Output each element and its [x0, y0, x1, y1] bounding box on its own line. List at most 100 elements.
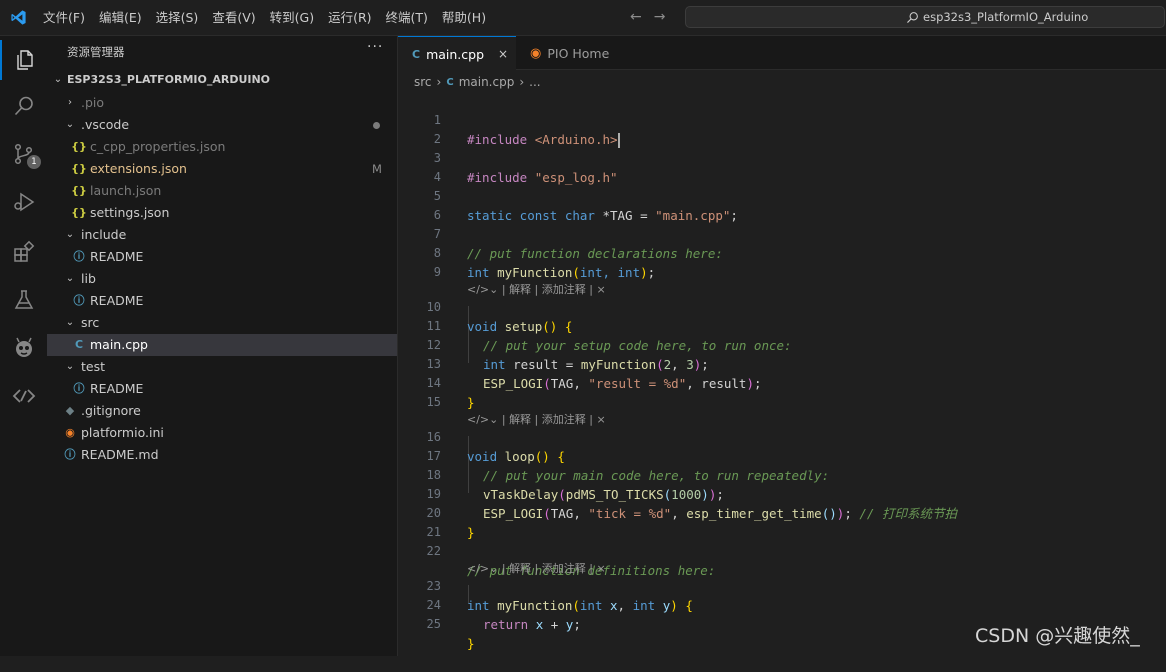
- tab-label: main.cpp: [426, 46, 485, 62]
- tree-folder-pio[interactable]: › .pio: [47, 92, 397, 114]
- tree-file-extensions[interactable]: {} extensions.json M: [47, 158, 397, 180]
- info-file-icon: ⓘ: [73, 382, 85, 395]
- menu-help[interactable]: 帮助(H): [435, 0, 493, 35]
- code-line: 11 // put your setup code here, to run o…: [398, 298, 1166, 353]
- tree-folder-include[interactable]: ⌄ include: [47, 224, 397, 246]
- tree-label: launch.json: [90, 183, 162, 198]
- command-center[interactable]: esp32s3_PlatformIO_Arduino: [685, 6, 1165, 28]
- info-file-icon: ⓘ: [73, 250, 85, 263]
- code-line: 5 static const char *TAG = "main.cpp";: [398, 168, 1166, 223]
- tree-label: src: [81, 315, 100, 330]
- tree-folder-test[interactable]: ⌄ test: [47, 356, 397, 378]
- title-bar: 文件(F) 编辑(E) 选择(S) 查看(V) 转到(G) 运行(R) 终端(T…: [0, 0, 1166, 36]
- tree-file-readme-include[interactable]: ⓘ README: [47, 246, 397, 268]
- code-line: 13 ESP_LOGI(TAG, "result = %d", result);: [398, 336, 1166, 391]
- run-debug-activity[interactable]: [0, 182, 47, 222]
- json-file-icon: {}: [71, 184, 87, 197]
- tree-label: include: [81, 227, 127, 242]
- menu-selection[interactable]: 选择(S): [149, 0, 206, 35]
- search-icon: [14, 96, 33, 116]
- menu-edit[interactable]: 编辑(E): [92, 0, 149, 35]
- code-line: 16 void loop() {: [398, 409, 1166, 464]
- tree-file-gitignore[interactable]: ◆ .gitignore: [47, 400, 397, 422]
- watermark-text: CSDN @兴趣使然_: [975, 625, 1140, 647]
- code-line: 6: [398, 187, 1166, 222]
- code-line: 20 }: [398, 485, 1166, 540]
- tree-label: lib: [81, 271, 96, 286]
- tree-file-main-cpp[interactable]: C main.cpp: [47, 334, 397, 356]
- tree-file-settings[interactable]: {} settings.json: [47, 202, 397, 224]
- more-actions-icon[interactable]: ···: [367, 39, 383, 55]
- tab-label: PIO Home: [547, 45, 610, 61]
- cpp-file-icon: C: [74, 338, 84, 351]
- tree-label: settings.json: [90, 205, 170, 220]
- parameter: y: [565, 617, 574, 632]
- tree-label: test: [81, 359, 106, 374]
- tree-label: .vscode: [81, 117, 130, 132]
- tree-file-readme-md[interactable]: ⓘ README.md: [47, 444, 397, 466]
- tree-label: c_cpp_properties.json: [90, 139, 226, 154]
- breadcrumb-folder[interactable]: src: [414, 75, 432, 89]
- remote-activity[interactable]: [0, 376, 47, 416]
- menu-view[interactable]: 查看(V): [205, 0, 262, 35]
- tree-label: README.md: [81, 447, 159, 462]
- menu-terminal[interactable]: 终端(T): [379, 0, 435, 35]
- tree-label: platformio.ini: [81, 425, 164, 440]
- platformio-file-icon: ◉: [65, 426, 75, 439]
- explorer-sidebar: 资源管理器 ··· ⌄ ESP32S3_PLATFORMIO_ARDUINO ›…: [47, 36, 398, 656]
- back-arrow-icon[interactable]: ←: [630, 9, 642, 25]
- forward-arrow-icon[interactable]: →: [654, 9, 666, 25]
- code-line: 23 int myFunction(int x, int y) {: [398, 558, 1166, 613]
- platformio-activity[interactable]: [0, 328, 47, 368]
- json-file-icon: {}: [71, 206, 87, 219]
- extensions-activity[interactable]: [0, 232, 47, 272]
- info-file-icon: ⓘ: [64, 448, 76, 461]
- info-file-icon: ⓘ: [73, 294, 85, 307]
- chevron-down-icon: ⌄: [65, 361, 75, 372]
- menu-file[interactable]: 文件(F): [36, 0, 92, 35]
- code-editor[interactable]: 1 #include <Arduino.h> 2 3 #include "esp…: [398, 92, 1166, 656]
- testing-activity[interactable]: [0, 280, 47, 320]
- tree-file-readme-test[interactable]: ⓘ README: [47, 378, 397, 400]
- tree-file-platformio-ini[interactable]: ◉ platformio.ini: [47, 422, 397, 444]
- chevron-down-icon: ⌄: [65, 317, 75, 328]
- code-line: 12 int result = myFunction(2, 3);: [398, 317, 1166, 372]
- workspace-root-folder[interactable]: ⌄ ESP32S3_PLATFORMIO_ARDUINO: [47, 69, 397, 91]
- explorer-activity[interactable]: [0, 40, 47, 80]
- breadcrumb-symbol[interactable]: ...: [529, 75, 540, 89]
- tree-folder-src[interactable]: ⌄ src: [47, 312, 397, 334]
- menu-bar: 文件(F) 编辑(E) 选择(S) 查看(V) 转到(G) 运行(R) 终端(T…: [36, 0, 493, 35]
- tree-label: main.cpp: [90, 337, 148, 352]
- menu-run[interactable]: 运行(R): [321, 0, 378, 35]
- platformio-alien-icon: ◉: [530, 45, 542, 61]
- tree-file-readme-lib[interactable]: ⓘ README: [47, 290, 397, 312]
- breadcrumb: src › C main.cpp › ...: [414, 73, 541, 91]
- extensions-icon: [13, 240, 34, 262]
- tree-label: README: [90, 381, 144, 396]
- tree-label: .gitignore: [81, 403, 141, 418]
- code-text: return x + y;: [483, 617, 581, 632]
- tree-file-c-cpp-properties[interactable]: {} c_cpp_properties.json: [47, 136, 397, 158]
- operator: +: [543, 617, 566, 632]
- tab-main-cpp[interactable]: C main.cpp ×: [398, 36, 516, 71]
- tree-file-launch[interactable]: {} launch.json: [47, 180, 397, 202]
- line-number: 25: [426, 617, 441, 631]
- tree-label: README: [90, 293, 144, 308]
- chevron-down-icon: ⌄: [65, 119, 75, 130]
- remote-code-icon: [12, 389, 35, 403]
- code-line: 19 ESP_LOGI(TAG, "tick = %d", esp_timer_…: [398, 466, 1166, 521]
- workspace-name: esp32s3_PlatformIO_Arduino: [923, 10, 1089, 24]
- close-tab-icon[interactable]: ×: [498, 47, 508, 61]
- menu-go[interactable]: 转到(G): [263, 0, 321, 35]
- navigation-arrows: ← →: [630, 9, 665, 25]
- tree-label: .pio: [81, 95, 105, 110]
- tree-folder-lib[interactable]: ⌄ lib: [47, 268, 397, 290]
- source-control-activity[interactable]: 1: [0, 134, 47, 174]
- code-text: }: [467, 636, 475, 651]
- cpp-file-icon: C: [446, 76, 454, 88]
- chevron-right-icon: ›: [68, 97, 72, 108]
- breadcrumb-file[interactable]: main.cpp: [459, 75, 515, 89]
- tab-pio-home[interactable]: ◉ PIO Home: [516, 36, 631, 70]
- search-activity[interactable]: [0, 86, 47, 126]
- tree-folder-vscode[interactable]: ⌄ .vscode: [47, 114, 397, 136]
